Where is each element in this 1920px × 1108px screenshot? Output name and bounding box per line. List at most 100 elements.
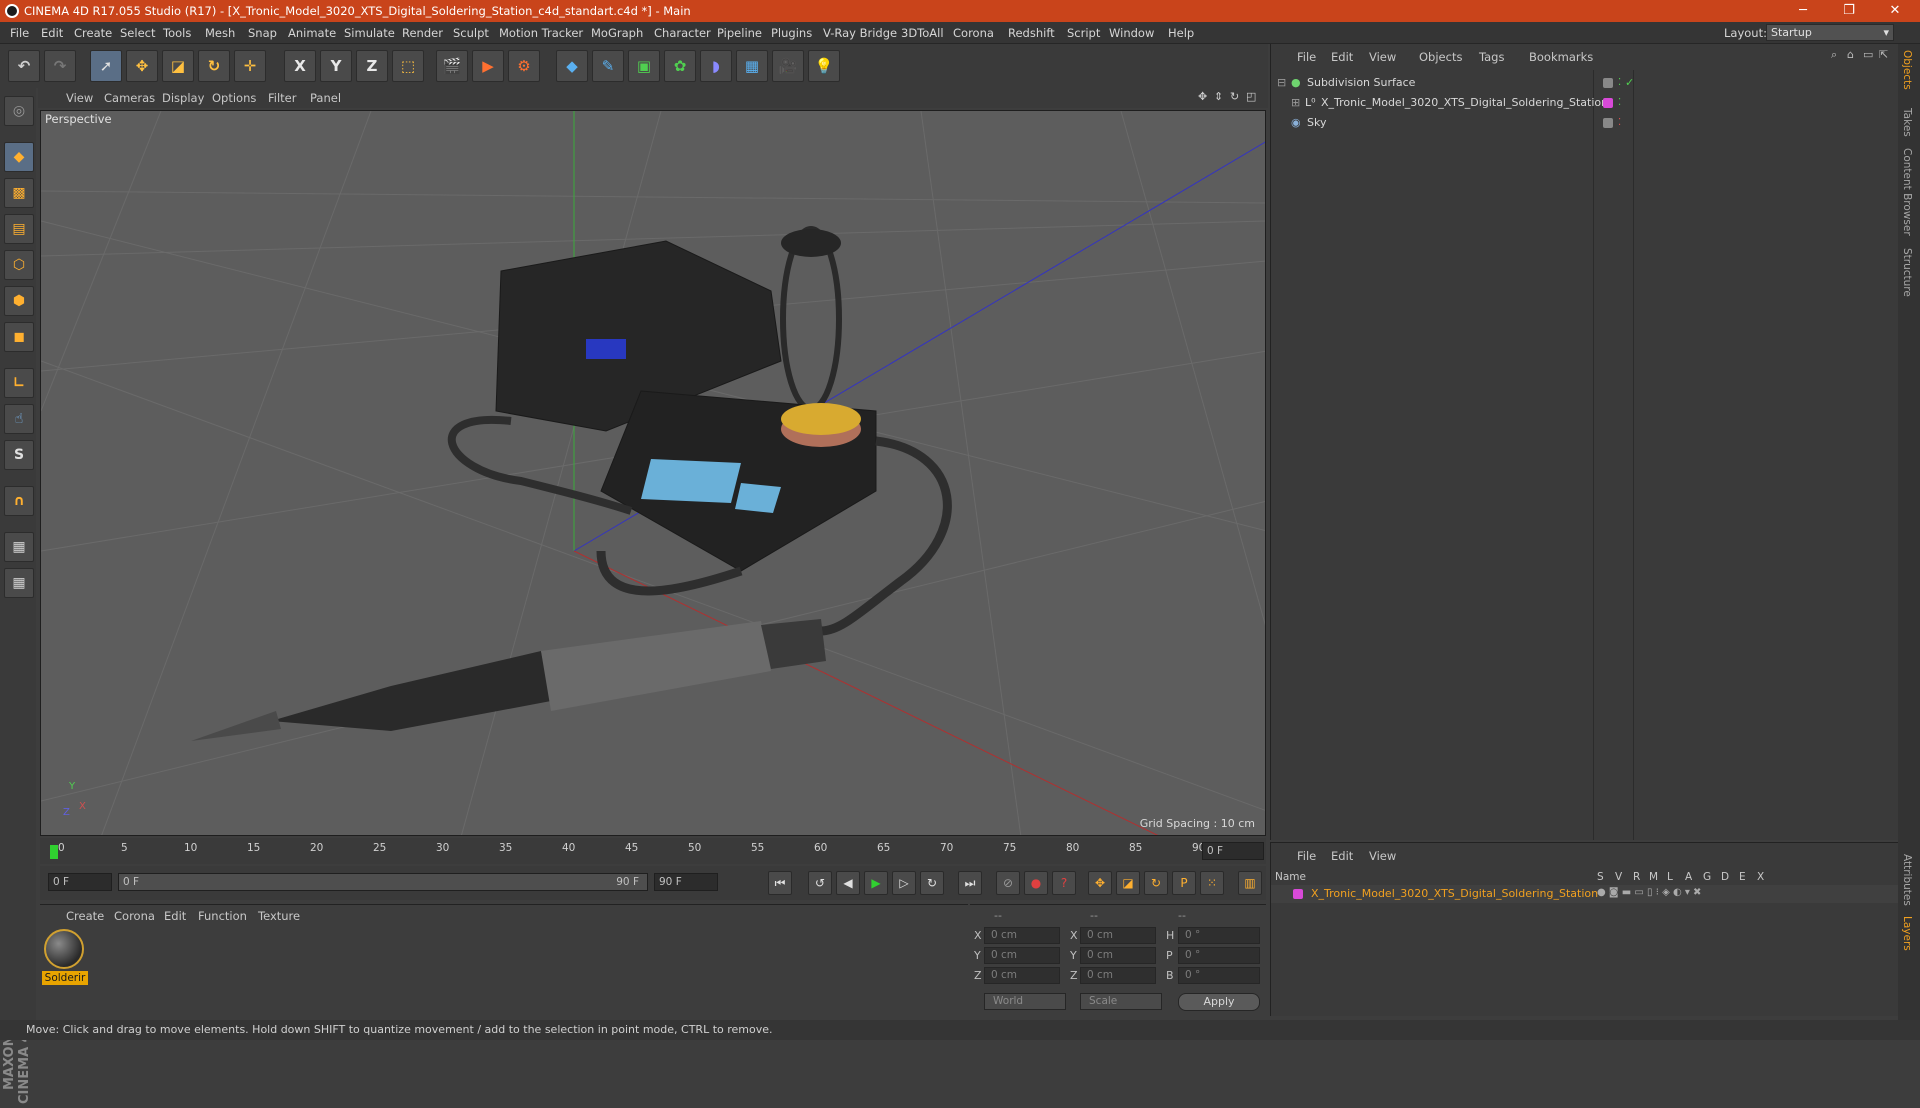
zoom-view-icon[interactable]: ⇕ bbox=[1214, 90, 1223, 103]
layer-menu-edit[interactable]: Edit bbox=[1331, 849, 1353, 863]
prev-frame-icon[interactable]: ◀ bbox=[836, 871, 860, 895]
edges-mode-icon[interactable]: ⬢ bbox=[4, 286, 34, 316]
points-mode-icon[interactable]: ⬡ bbox=[4, 250, 34, 280]
new-view-icon[interactable]: ▭ bbox=[1863, 48, 1873, 61]
autokey-icon[interactable]: ● bbox=[1024, 871, 1048, 895]
tab-content-browser[interactable]: Content Browser bbox=[1901, 148, 1913, 236]
maximize-view-icon[interactable]: ◰ bbox=[1246, 90, 1256, 103]
expand-icon[interactable]: ⇱ bbox=[1879, 48, 1888, 61]
tab-objects[interactable]: Objects bbox=[1901, 50, 1913, 90]
object-menu-bookmarks[interactable]: Bookmarks bbox=[1529, 50, 1593, 64]
enable-snap-icon[interactable]: ▦ bbox=[4, 532, 34, 562]
coordinate-system-icon[interactable]: ⬚ bbox=[392, 50, 424, 82]
apply-button[interactable]: Apply bbox=[1178, 993, 1260, 1011]
render-picture-viewer-icon[interactable]: ▶ bbox=[472, 50, 504, 82]
menu-corona[interactable]: Corona bbox=[953, 26, 994, 40]
material-menu-edit[interactable]: Edit bbox=[164, 909, 186, 923]
menu-pipeline[interactable]: Pipeline bbox=[717, 26, 762, 40]
object-menu-objects[interactable]: Objects bbox=[1419, 50, 1462, 64]
play-icon[interactable]: ▶ bbox=[864, 871, 888, 895]
material-menu-function[interactable]: Function bbox=[198, 909, 247, 923]
key-position-icon[interactable]: ✥ bbox=[1088, 871, 1112, 895]
z-axis-icon[interactable]: Z bbox=[356, 50, 388, 82]
home-icon[interactable]: ⌂ bbox=[1847, 48, 1854, 61]
menu-plugins[interactable]: Plugins bbox=[771, 26, 812, 40]
size-x-field[interactable]: 0 cm bbox=[1080, 927, 1156, 944]
size-y-field[interactable]: 0 cm bbox=[1080, 947, 1156, 964]
object-menu-file[interactable]: File bbox=[1297, 50, 1316, 64]
snap-icon[interactable]: ∩ bbox=[4, 486, 34, 516]
y-axis-icon[interactable]: Y bbox=[320, 50, 352, 82]
frame-ruler[interactable]: 0 5 10 15 20 25 30 35 40 45 50 55 60 65 … bbox=[50, 842, 1205, 862]
layer-menu-view[interactable]: View bbox=[1369, 849, 1396, 863]
menu-sculpt[interactable]: Sculpt bbox=[453, 26, 489, 40]
subdivision-icon[interactable]: ▣ bbox=[628, 50, 660, 82]
rotation-p-field[interactable]: 0 ° bbox=[1178, 947, 1260, 964]
viewport-menu-filter[interactable]: Filter bbox=[268, 91, 296, 105]
material-menu-create[interactable]: Create bbox=[66, 909, 104, 923]
menu-mesh[interactable]: Mesh bbox=[205, 26, 235, 40]
timeline-window-icon[interactable]: ▥ bbox=[1238, 871, 1262, 895]
layer-menu-file[interactable]: File bbox=[1297, 849, 1316, 863]
object-row-soldering-station[interactable]: ⊞ L⁰ X_Tronic_Model_3020_XTS_Digital_Sol… bbox=[1275, 94, 1895, 112]
search-icon[interactable]: ⌕ bbox=[1831, 48, 1837, 62]
menu-tools[interactable]: Tools bbox=[163, 26, 191, 40]
prev-key-icon[interactable]: ↺ bbox=[808, 871, 832, 895]
menu-window[interactable]: Window bbox=[1109, 26, 1154, 40]
menu-script[interactable]: Script bbox=[1067, 26, 1100, 40]
menu-create[interactable]: Create bbox=[74, 26, 112, 40]
viewport-menu-panel[interactable]: Panel bbox=[310, 91, 341, 105]
scale-icon[interactable]: ◪ bbox=[162, 50, 194, 82]
redo-icon[interactable]: ↷ bbox=[44, 50, 76, 82]
end-frame-field[interactable]: 90 F bbox=[654, 873, 718, 891]
layer-row[interactable]: X_Tronic_Model_3020_XTS_Digital_Solderin… bbox=[1271, 885, 1899, 903]
menu-snap[interactable]: Snap bbox=[248, 26, 277, 40]
tab-takes[interactable]: Takes bbox=[1901, 108, 1913, 137]
close-button[interactable]: ✕ bbox=[1872, 0, 1918, 22]
enabled-check-icon[interactable]: ✓ bbox=[1625, 74, 1634, 92]
viewport-menu-cameras[interactable]: Cameras bbox=[104, 91, 155, 105]
visibility-dots-icon[interactable]: ⁚ bbox=[1618, 94, 1621, 112]
layer-name[interactable]: X_Tronic_Model_3020_XTS_Digital_Solderin… bbox=[1311, 887, 1598, 900]
position-x-field[interactable]: 0 cm bbox=[984, 927, 1060, 944]
render-view-icon[interactable]: 🎬 bbox=[436, 50, 468, 82]
viewport-menu-options[interactable]: Options bbox=[212, 91, 256, 105]
tweak-mode-icon[interactable]: ☝ bbox=[4, 404, 34, 434]
locked-workplane-icon[interactable]: ▦ bbox=[4, 568, 34, 598]
current-frame-field[interactable]: 0 F bbox=[1202, 842, 1264, 860]
menu-simulate[interactable]: Simulate bbox=[344, 26, 395, 40]
cube-icon[interactable]: ◆ bbox=[556, 50, 588, 82]
workplane-icon[interactable]: ▤ bbox=[4, 214, 34, 244]
menu-render[interactable]: Render bbox=[402, 26, 443, 40]
keyframe-selection-icon[interactable]: ? bbox=[1052, 871, 1076, 895]
material-name-label[interactable]: Solderir bbox=[42, 971, 88, 985]
undo-icon[interactable]: ↶ bbox=[8, 50, 40, 82]
menu-character[interactable]: Character bbox=[654, 26, 711, 40]
material-menu-texture[interactable]: Texture bbox=[258, 909, 300, 923]
record-keys-icon[interactable]: ⊘ bbox=[996, 871, 1020, 895]
deformer-icon[interactable]: ◗ bbox=[700, 50, 732, 82]
viewport-menu-display[interactable]: Display bbox=[162, 91, 204, 105]
material-preview[interactable] bbox=[44, 929, 84, 969]
axis-mode-icon[interactable]: ∟ bbox=[4, 368, 34, 398]
menu-vray-bridge[interactable]: V-Ray Bridge bbox=[823, 26, 897, 40]
live-selection-icon[interactable]: ➚ bbox=[90, 50, 122, 82]
frame-range-slider[interactable]: 0 F 90 F bbox=[118, 873, 648, 891]
pen-icon[interactable]: ✎ bbox=[592, 50, 624, 82]
object-row-sky[interactable]: ◉ Sky ⁚ bbox=[1275, 114, 1895, 132]
layer-color-swatch[interactable] bbox=[1293, 889, 1303, 899]
next-frame-icon[interactable]: ▷ bbox=[892, 871, 916, 895]
tab-layers[interactable]: Layers bbox=[1901, 916, 1913, 951]
edit-render-settings-icon[interactable]: ⚙ bbox=[508, 50, 540, 82]
next-key-icon[interactable]: ↻ bbox=[920, 871, 944, 895]
tab-attributes[interactable]: Attributes bbox=[1901, 854, 1913, 906]
rotation-b-field[interactable]: 0 ° bbox=[1178, 967, 1260, 984]
menu-3dtoall[interactable]: 3DToAll bbox=[901, 26, 944, 40]
camera-icon[interactable]: 🎥 bbox=[772, 50, 804, 82]
polygons-mode-icon[interactable]: ◼ bbox=[4, 322, 34, 352]
menu-file[interactable]: File bbox=[10, 26, 29, 40]
menu-animate[interactable]: Animate bbox=[288, 26, 336, 40]
solo-icon[interactable]: S bbox=[4, 440, 34, 470]
scale-dropdown[interactable]: Scale bbox=[1080, 993, 1162, 1010]
x-axis-icon[interactable]: X bbox=[284, 50, 316, 82]
